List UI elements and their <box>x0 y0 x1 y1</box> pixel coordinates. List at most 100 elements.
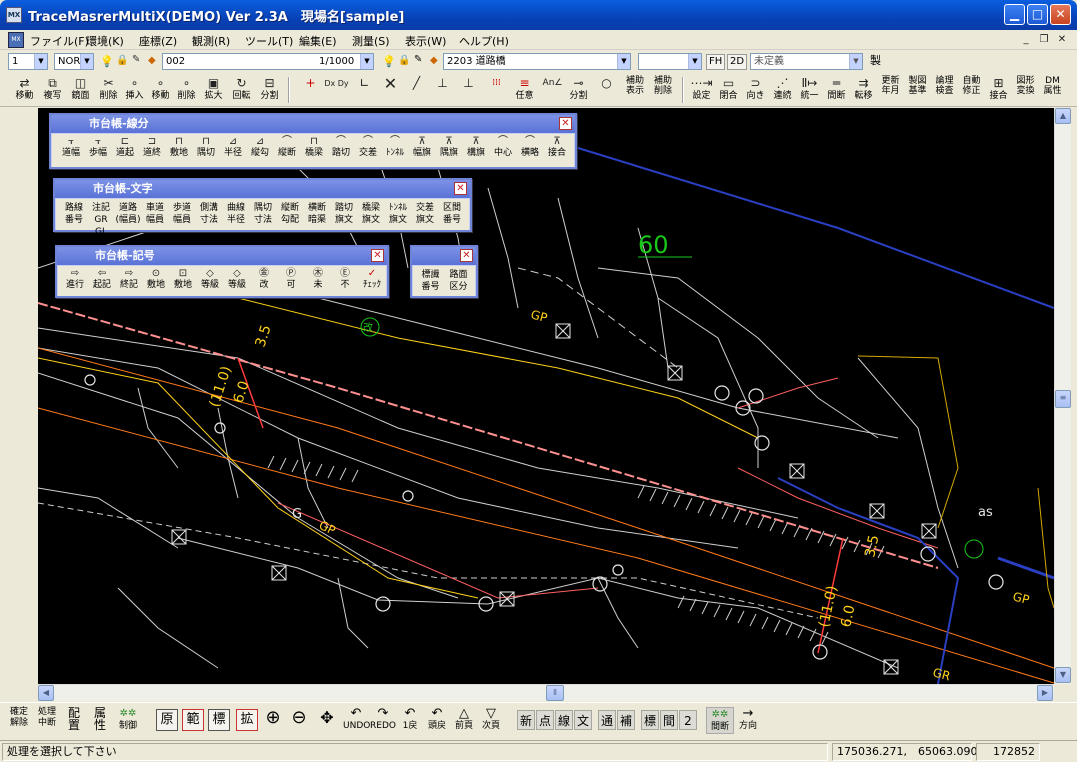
palette-text-tool[interactable]: 道路 (幅員) <box>115 202 141 226</box>
document-icon[interactable]: MX <box>8 32 24 48</box>
palette-text-tool[interactable]: 踏切 旗文 <box>331 202 357 226</box>
palette-text-tool[interactable]: 隅切 寸法 <box>250 202 276 226</box>
palette-line-tool[interactable]: ⌒ 交差 <box>355 136 381 159</box>
tool-cross[interactable]: + <box>298 76 323 105</box>
palette-text-tool[interactable]: ﾄﾝﾈﾙ 旗文 <box>385 202 411 226</box>
tool-divide[interactable]: ⊸ 分割 <box>566 76 591 105</box>
bulb-icon[interactable]: 💡 <box>100 55 114 68</box>
direction-button[interactable]: → 方向 <box>737 707 759 732</box>
prev-page-button[interactable]: △ 前頁 <box>452 707 476 732</box>
tool-angle[interactable]: ∟ <box>352 76 377 105</box>
menu-view[interactable]: 表示(W) <box>405 33 446 49</box>
tool-move[interactable]: ⇄ 移動 <box>12 76 37 105</box>
pencil-icon[interactable]: ✎ <box>132 54 140 65</box>
palette-line-tool[interactable]: ⊿ 縦勾 <box>247 136 273 159</box>
tool-join[interactable]: ⊞ 接合 <box>986 76 1011 105</box>
tool-close[interactable]: ▭ 閉合 <box>716 76 741 105</box>
tool-copy[interactable]: ⧉ 複写 <box>40 76 65 105</box>
palette-text-tool[interactable]: 側溝 寸法 <box>196 202 222 226</box>
palette-symbol-tool[interactable]: ⇨ 進行 <box>62 268 88 291</box>
palette-text-tool[interactable]: 歩道 幅員 <box>169 202 195 226</box>
scroll-right-icon[interactable]: ▶ <box>1037 685 1053 701</box>
palette-line-tool[interactable]: ⌒ 中心 <box>490 136 516 159</box>
palette-text-tool[interactable]: 車道 幅員 <box>142 202 168 226</box>
palette-symbol-tool[interactable]: ㊍未 <box>305 268 331 291</box>
palette-text-tool[interactable]: 路線 番号 <box>61 202 87 226</box>
next-page-button[interactable]: ▽ 次頁 <box>478 707 504 732</box>
tool-split[interactable]: ⊟ 分割 <box>257 76 282 105</box>
lock-icon[interactable]: 🔒 <box>398 55 410 66</box>
palette-line-tool[interactable]: ⊼ 接合 <box>544 136 570 159</box>
palette-line-tool[interactable]: ⊓ 橋梁 <box>301 136 327 159</box>
tool-angle-dim[interactable]: An∠ <box>540 76 565 105</box>
tool-shape-convert[interactable]: 図形 変換 <box>1013 76 1038 105</box>
tool-aux-delete[interactable]: 補助 削除 <box>650 76 676 105</box>
attribute-select[interactable]: 未定義 ▼ <box>750 53 863 70</box>
lock-icon[interactable]: 🔒 <box>116 55 128 66</box>
diamond-icon[interactable]: ◆ <box>430 55 438 66</box>
2d-button[interactable]: 2D <box>727 54 748 70</box>
tool-dm-attribute[interactable]: DM 属性 <box>1040 76 1065 105</box>
tool-aux-display[interactable]: 補助 表示 <box>622 76 648 105</box>
close-icon[interactable]: ✕ <box>559 117 572 130</box>
mdi-restore-button[interactable]: ❐ <box>1036 33 1052 47</box>
normal-toggle[interactable]: 通 <box>598 710 616 730</box>
palette-text-tool[interactable]: 曲線 半径 <box>223 202 249 226</box>
road-code-select[interactable]: 2203 道路橋 ▼ <box>443 53 631 70</box>
zoom-in-button[interactable]: ⊕ <box>262 707 284 728</box>
second-toggle[interactable]: 2 <box>679 710 697 730</box>
text-toggle[interactable]: 文 <box>574 710 592 730</box>
menu-file[interactable]: ファイル(F) <box>30 33 89 49</box>
aux-toggle[interactable]: 補 <box>617 710 635 730</box>
palette-line-tool[interactable]: ⊓ 隅切 <box>193 136 219 159</box>
palette-line-tool[interactable]: ⊿ 半径 <box>220 136 246 159</box>
palette-line-tool[interactable]: ⌒ 横略 <box>517 136 543 159</box>
menu-environment[interactable]: 環境(K) <box>86 33 124 49</box>
palette-line-tool[interactable]: ⊼ 幅旗 <box>409 136 435 159</box>
palette-line-tool[interactable]: ⫟ 道幅 <box>58 136 84 159</box>
tool-grid[interactable]: ⁞⁞⁞ <box>484 76 509 105</box>
tool-logic-check[interactable]: 論理 検査 <box>932 76 957 105</box>
palette-line-tool[interactable]: ⊼ 隅旗 <box>436 136 462 159</box>
palette-symbol-tool[interactable]: Ⓟ 可 <box>278 268 304 291</box>
pan-button[interactable]: ✥ <box>316 707 338 727</box>
tool-setting[interactable]: ⋯⇥ 設定 <box>689 76 714 105</box>
interval-toggle[interactable]: 間 <box>660 710 678 730</box>
scroll-thumb[interactable]: ≡ <box>1055 390 1071 408</box>
process-stop-button[interactable]: 処理 中断 <box>34 707 60 729</box>
tool-zoom[interactable]: ▣ 拡大 <box>201 76 226 105</box>
tool-circle[interactable]: ○ <box>594 76 619 105</box>
palette-symbol-tool[interactable]: ⊙ 敷地 <box>143 268 169 291</box>
menu-survey[interactable]: 測量(S) <box>352 33 390 49</box>
tool-direction[interactable]: ⊃ 向き <box>743 76 768 105</box>
palette-line-tool[interactable]: ⌒ ﾄﾝﾈﾙ <box>382 136 408 159</box>
undo-button[interactable]: ↶ UNDO <box>343 707 370 732</box>
palette-symbol-tool[interactable]: ⇦ 起記 <box>89 268 115 291</box>
tool-insert-point[interactable]: ∘ 挿入 <box>122 76 147 105</box>
palette-symbol-tool[interactable]: ◇ 等級 <box>224 268 250 291</box>
palette-line-tool[interactable]: ⊏ 道起 <box>112 136 138 159</box>
layout-button[interactable]: 配置 <box>62 707 86 731</box>
palette-symbol-tool[interactable]: ✓ ﾁｪｯｸ <box>359 268 385 291</box>
tool-unify[interactable]: Ⅱ↦ 統一 <box>797 76 822 105</box>
scroll-thumb[interactable]: ⦀ <box>546 685 564 701</box>
palette-text-tool[interactable]: 横断 暗渠 <box>304 202 330 226</box>
layer-select[interactable]: 1 ▼ <box>8 53 48 70</box>
menu-help[interactable]: ヘルプ(H) <box>459 33 509 49</box>
tool-continuous[interactable]: ⋰ 連続 <box>770 76 795 105</box>
palette-text-tool[interactable]: 注記 GR GL <box>88 202 114 238</box>
palette-small-tool[interactable]: 路面 区分 <box>445 269 472 293</box>
expand-button[interactable]: 拡 <box>236 709 258 731</box>
palette-line-tool[interactable]: ⊼ 構旗 <box>463 136 489 159</box>
back-to-start-button[interactable]: ↶ 頭戻 <box>424 707 450 732</box>
redo-button[interactable]: ↷ REDO <box>370 707 396 732</box>
mode-select[interactable]: NOR ▼ <box>54 53 94 70</box>
bulb-icon[interactable]: 💡 <box>382 55 396 68</box>
menu-coordinates[interactable]: 座標(Z) <box>139 33 177 49</box>
close-button[interactable]: ✕ <box>1050 4 1071 25</box>
palette-small-tool[interactable]: 標識 番号 <box>417 269 444 293</box>
fh-button[interactable]: FH <box>706 54 726 70</box>
tool-auto-fix[interactable]: 自動 修正 <box>959 76 984 105</box>
tool-perpendicular[interactable]: ⊥ <box>430 76 455 105</box>
tool-delete[interactable]: ✂ 削除 <box>96 76 121 105</box>
